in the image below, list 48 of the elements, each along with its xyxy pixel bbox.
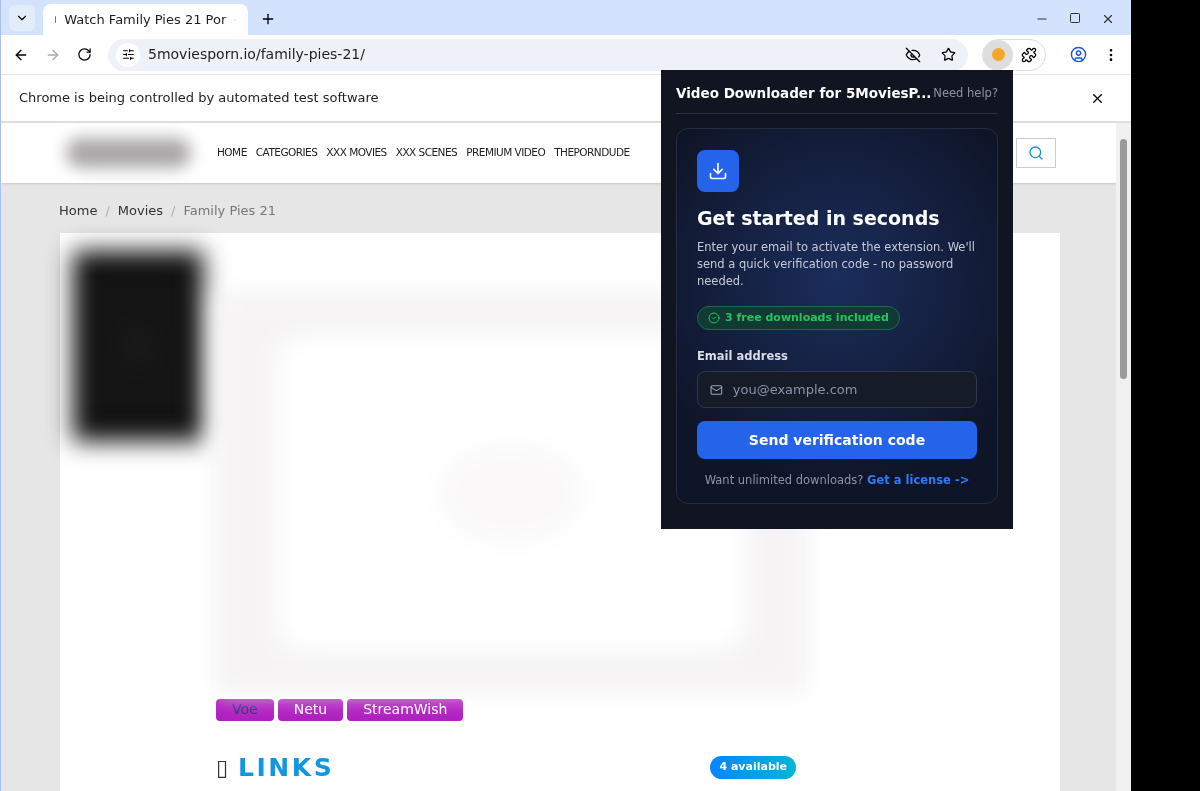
scrollbar-thumb[interactable] xyxy=(1120,139,1127,379)
bookmark-icon[interactable] xyxy=(941,47,956,62)
nav-link[interactable]: HOME xyxy=(217,145,247,161)
breadcrumb-item[interactable]: Home xyxy=(59,201,98,221)
tab-list-button[interactable] xyxy=(9,5,35,31)
server-button[interactable]: StreamWish xyxy=(347,698,464,721)
check-circle-icon xyxy=(708,311,720,324)
new-tab-icon[interactable] xyxy=(260,11,276,27)
email-label: Email address xyxy=(697,347,789,365)
profile-icon[interactable] xyxy=(1070,46,1087,63)
url-text: 5moviesporn.io/family-pies-21/ xyxy=(148,45,366,64)
close-window-icon[interactable] xyxy=(1101,12,1115,26)
breadcrumb-separator: / xyxy=(171,202,176,220)
breadcrumb-separator: / xyxy=(105,202,110,220)
breadcrumb-item[interactable]: Movies xyxy=(117,201,164,221)
reload-icon[interactable] xyxy=(77,47,92,62)
send-code-button[interactable]: Send verification code xyxy=(697,421,977,459)
extensions-icon[interactable] xyxy=(1021,46,1037,63)
tab-title: Watch Family Pies 21 Por xyxy=(64,10,227,29)
email-input[interactable]: you@example.com xyxy=(732,379,964,400)
mail-icon xyxy=(710,382,723,397)
site-info-icon[interactable] xyxy=(116,42,140,67)
download-icon xyxy=(697,150,739,193)
nav-link[interactable]: PREMIUM VIDEO xyxy=(466,145,546,161)
heading: Get started in seconds xyxy=(697,206,941,232)
breadcrumb-item: Family Pies 21 xyxy=(183,202,276,220)
search-button[interactable] xyxy=(1016,138,1056,168)
count-badge: 4 available xyxy=(710,756,796,779)
maximize-icon[interactable] xyxy=(1069,12,1081,24)
free-downloads-pill: 3 free downloads included xyxy=(697,305,900,330)
help-link[interactable]: Need help? xyxy=(933,84,998,102)
nav-link[interactable]: THEPORNDUDE xyxy=(554,145,630,161)
license-link[interactable]: Get a license -> xyxy=(867,473,970,487)
links-icon: ▯ xyxy=(216,750,229,784)
nav-link[interactable]: XXX SCENES xyxy=(395,145,458,161)
address-bar[interactable]: 5moviesporn.io/family-pies-21/ xyxy=(108,38,968,71)
server-button[interactable]: Netu xyxy=(277,698,344,721)
nav-link[interactable]: CATEGORIES xyxy=(255,145,318,161)
eye-off-icon[interactable] xyxy=(905,46,921,63)
nav-link[interactable]: XXX MOVIES xyxy=(326,145,387,161)
email-field[interactable]: you@example.com xyxy=(697,371,977,408)
browser-tab[interactable]: Watch Family Pies 21 Por xyxy=(43,4,248,35)
infobar-message: Chrome is being controlled by automated test software xyxy=(19,89,379,108)
popup-title: Video Downloader for 5MoviesP... xyxy=(676,84,932,103)
description: Enter your email to activate the extension. We'll send a quick verification code - no password needed. xyxy=(697,238,976,290)
search-icon xyxy=(1028,145,1044,161)
footer-text: Want unlimited downloads? xyxy=(704,473,864,487)
links-heading: LINKS xyxy=(238,751,335,784)
